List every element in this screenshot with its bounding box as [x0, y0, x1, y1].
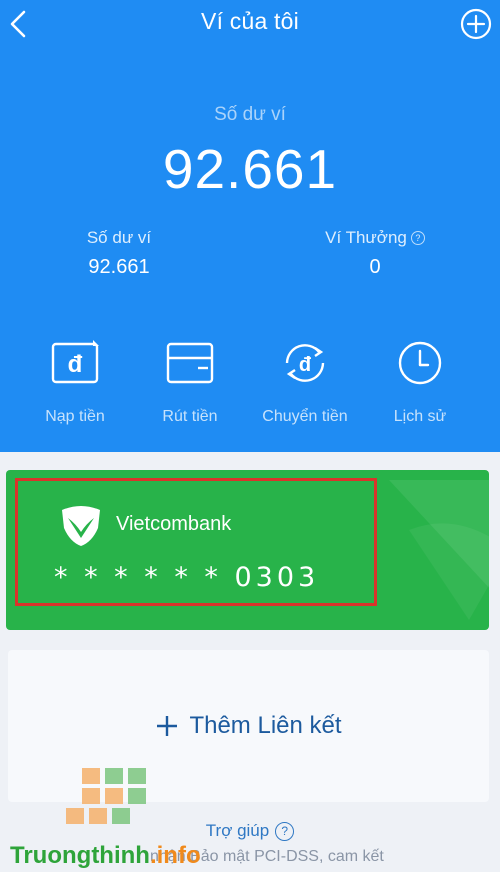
watermark-part2: .info	[149, 842, 201, 869]
transfer-icon: đ	[285, 344, 325, 382]
action-label: Rút tiền	[162, 408, 218, 425]
sub-balance-reward-value: 0	[369, 256, 381, 278]
history-clock-icon	[398, 341, 442, 385]
wallet-header: Ví của tôi Số dư ví 92.661 Số dư ví 92.6…	[0, 0, 500, 452]
vietcombank-logo	[58, 502, 104, 553]
question-icon[interactable]: ?	[410, 231, 425, 245]
transfer-button[interactable]: đ Chuyển tiền	[245, 340, 365, 426]
sub-balance-reward: Ví Thưởng? 0	[290, 228, 460, 279]
svg-text:đ: đ	[68, 351, 83, 378]
add-button[interactable]	[460, 8, 492, 40]
balance-value: 92.661	[162, 138, 338, 200]
history-button[interactable]: Lịch sử	[360, 340, 480, 426]
watermark-text: Truongthinh.info	[10, 842, 201, 870]
deposit-button[interactable]: đ Nạp tiền	[15, 340, 135, 426]
bank-card[interactable]: Vietcombank * * * * * * 0303	[6, 470, 489, 630]
masked-account-number: * * * * * * 0303	[54, 562, 320, 593]
action-label: Lịch sử	[393, 408, 447, 425]
card-decoration-icon	[389, 480, 489, 620]
withdraw-icon	[166, 342, 214, 384]
vietcombank-logo-icon	[62, 506, 100, 546]
action-bar: đ Nạp tiền Rút tiền đ Chuyển tiền Lịch s…	[0, 340, 500, 440]
action-label: Nạp tiền	[45, 408, 105, 425]
action-label: Chuyển tiền	[262, 408, 348, 425]
svg-text:đ: đ	[299, 354, 312, 376]
sub-balance-reward-label: Ví Thưởng	[325, 228, 407, 247]
page-title: Ví của tôi	[201, 8, 299, 34]
withdraw-button[interactable]: Rút tiền	[130, 340, 250, 426]
plus-circle-icon	[460, 8, 492, 40]
balance-label: Số dư ví	[214, 104, 286, 125]
watermark-part1: Truongthinh	[10, 842, 150, 869]
sub-balance-wallet-label: Số dư ví	[86, 228, 152, 247]
sub-balance-wallet: Số dư ví 92.661	[34, 228, 204, 279]
add-link-label: Thêm Liên kết	[189, 712, 342, 739]
sub-balance-wallet-value: 92.661	[88, 256, 150, 278]
help-question-icon: ?	[275, 821, 295, 841]
deposit-icon: đ	[51, 340, 99, 384]
plus-icon	[157, 716, 178, 736]
bank-name: Vietcombank	[116, 513, 232, 535]
